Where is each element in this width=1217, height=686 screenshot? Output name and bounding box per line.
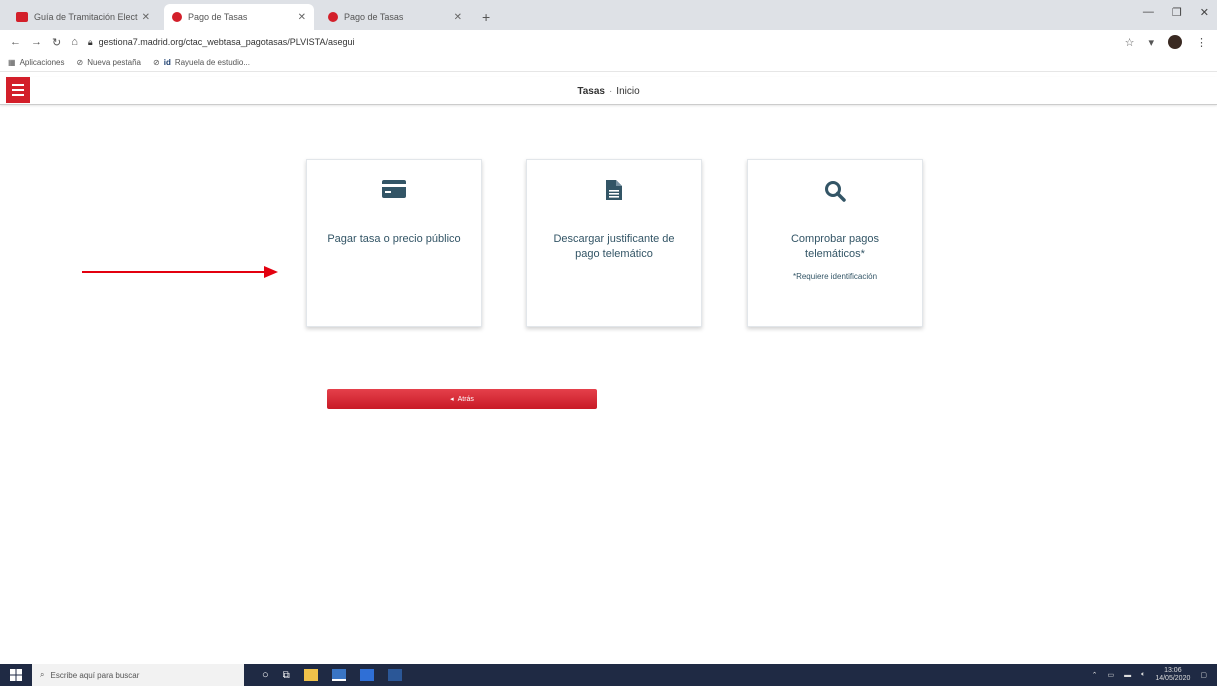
minimize-icon[interactable]: —: [1143, 6, 1154, 19]
windows-start-icon[interactable]: [0, 664, 32, 686]
title-separator: ·: [608, 85, 613, 97]
window-controls: — ❐ ✕: [1143, 6, 1209, 19]
home-icon[interactable]: ⌂: [71, 36, 78, 48]
taskbar-clock[interactable]: 13:06 14/05/2020: [1155, 667, 1190, 683]
favicon-icon: [172, 12, 182, 22]
mail-icon[interactable]: [359, 669, 374, 681]
credit-card-icon: [307, 180, 481, 202]
word-icon[interactable]: [387, 669, 402, 681]
bookmark-item[interactable]: ⊘ id Rayuela de estudio...: [153, 58, 250, 67]
battery-icon[interactable]: ▬: [1124, 672, 1131, 679]
file-explorer-icon[interactable]: [303, 669, 318, 681]
lock-icon: 🔒︎: [87, 36, 93, 47]
tray-chevron-icon[interactable]: ⌃: [1092, 671, 1098, 679]
profile-avatar[interactable]: [1168, 35, 1182, 49]
network-icon[interactable]: ▭: [1108, 671, 1115, 679]
cortana-icon[interactable]: ○: [262, 669, 269, 681]
favicon-icon: [16, 12, 28, 22]
tab-title: Pago de Tasas: [188, 12, 248, 22]
address-bar-row: ← → ↻ ⌂ 🔒︎ gestiona7.madrid.org/ctac_web…: [0, 30, 1217, 54]
browser-tab[interactable]: Guía de Tramitación Electrónica ✕: [8, 4, 158, 30]
back-arrow-icon[interactable]: ←: [10, 36, 21, 48]
reload-icon[interactable]: ↻: [52, 36, 61, 49]
pay-fee-card[interactable]: Pagar tasa o precio público: [306, 159, 482, 327]
bookmark-item[interactable]: ⊘ Nueva pestaña: [76, 58, 141, 67]
task-view-icon[interactable]: ⧉: [283, 670, 290, 681]
apps-grid-icon: ▦: [8, 58, 16, 67]
extension-icon[interactable]: ▾: [1148, 36, 1154, 49]
close-tab-icon[interactable]: ✕: [454, 12, 462, 23]
check-payments-card[interactable]: Comprobar pagos telemáticos* *Requiere i…: [747, 159, 923, 327]
chrome-icon[interactable]: [331, 669, 346, 681]
hamburger-menu-button[interactable]: [6, 77, 30, 103]
star-icon[interactable]: ☆: [1125, 36, 1135, 49]
taskbar-apps: ○ ⧉: [262, 669, 402, 681]
notifications-icon[interactable]: ▢: [1200, 671, 1207, 679]
bookmarks-bar: ▦ Aplicaciones ⊘ Nueva pestaña ⊘ id Rayu…: [0, 54, 1217, 72]
close-window-icon[interactable]: ✕: [1200, 6, 1209, 19]
more-menu-icon[interactable]: ⋮: [1196, 36, 1207, 49]
browser-tab-active[interactable]: Pago de Tasas ✕: [164, 4, 314, 30]
tab-title: Pago de Tasas: [344, 12, 404, 22]
close-tab-icon[interactable]: ✕: [142, 12, 150, 23]
search-icon: ⌕: [40, 670, 45, 679]
taskbar-search-box[interactable]: ⌕ Escribe aquí para buscar: [32, 664, 244, 686]
bookmark-label: Aplicaciones: [19, 58, 65, 67]
bookmark-icon: id: [163, 58, 171, 67]
card-label: Descargar justificante de pago telemátic…: [553, 233, 675, 260]
annotation-arrow-icon: [82, 266, 278, 278]
document-icon: [527, 180, 701, 202]
search-icon: [748, 180, 922, 202]
clock-time: 13:06: [1164, 667, 1182, 674]
search-placeholder: Escribe aquí para buscar: [50, 670, 140, 680]
system-tray: ⌃ ▭ ▬ 🔈︎ 13:06 14/05/2020 ▢: [1092, 667, 1217, 683]
forward-arrow-icon[interactable]: →: [31, 36, 42, 48]
browser-tab[interactable]: Pago de Tasas ✕: [320, 4, 470, 30]
globe-icon: ⊘: [76, 58, 84, 67]
url-field[interactable]: 🔒︎ gestiona7.madrid.org/ctac_webtasa_pag…: [88, 37, 355, 48]
volume-icon[interactable]: 🔈︎: [1141, 671, 1145, 679]
chevron-left-icon: ◂: [450, 396, 454, 403]
favicon-icon: [328, 12, 338, 22]
os-taskbar: ⌕ Escribe aquí para buscar ○ ⧉ ⌃ ▭ ▬ 🔈︎ …: [0, 664, 1217, 686]
maximize-icon[interactable]: ❐: [1172, 6, 1182, 19]
card-note: *Requiere identificación: [792, 272, 878, 281]
bookmark-label: Nueva pestaña: [87, 58, 142, 67]
card-label: Comprobar pagos telemáticos*: [790, 233, 880, 260]
globe-icon: ⊘: [153, 58, 160, 67]
new-tab-button[interactable]: +: [476, 4, 496, 30]
card-label: Pagar tasa o precio público: [327, 233, 461, 245]
back-button-label: Atrás: [457, 395, 474, 403]
tab-title: Guía de Tramitación Electrónica: [34, 12, 138, 22]
bookmark-label: Rayuela de estudio...: [174, 58, 250, 67]
browser-tab-bar: Guía de Tramitación Electrónica ✕ Pago d…: [0, 0, 1217, 30]
url-text: gestiona7.madrid.org/ctac_webtasa_pagota…: [98, 37, 355, 47]
address-bar-actions: ☆ ▾ ⋮: [1125, 35, 1207, 49]
bookmark-apps[interactable]: ▦ Aplicaciones: [8, 58, 64, 67]
close-tab-icon[interactable]: ✕: [298, 12, 306, 23]
download-receipt-card[interactable]: Descargar justificante de pago telemátic…: [526, 159, 702, 327]
title-page: Inicio: [616, 85, 640, 97]
page-title: Tasas · Inicio: [0, 77, 1217, 105]
app-header: Tasas · Inicio: [0, 77, 1217, 105]
title-section: Tasas: [577, 85, 605, 97]
back-button[interactable]: ◂ Atrás: [327, 389, 597, 409]
clock-date: 14/05/2020: [1155, 675, 1191, 682]
